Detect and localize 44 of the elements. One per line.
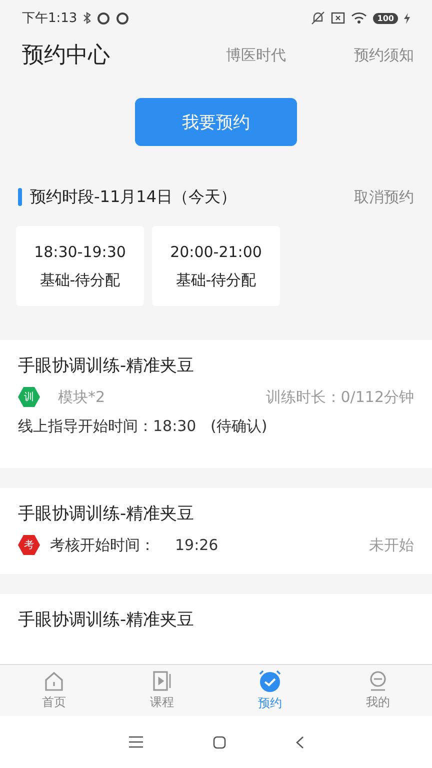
module-count: 模块*2 bbox=[58, 388, 106, 406]
mute-icon bbox=[311, 11, 326, 25]
exam-status: 未开始 bbox=[369, 536, 414, 554]
record-card[interactable]: 手眼协调训练-精准夹豆 bbox=[0, 594, 432, 664]
exam-badge: 考 bbox=[18, 535, 40, 555]
header-link[interactable]: 博医时代 bbox=[226, 46, 286, 64]
header-link[interactable]: 预约须知 bbox=[354, 46, 414, 64]
record-title: 手眼协调训练-精准夹豆 bbox=[18, 355, 196, 377]
home-icon bbox=[43, 670, 65, 692]
training-duration: 训练时长：0/112分钟 bbox=[266, 388, 414, 406]
status-time: 下午1:13 bbox=[22, 10, 78, 27]
video-icon bbox=[151, 670, 173, 692]
training-badge: 训 bbox=[18, 387, 40, 407]
slot-time: 18:30-19:30 bbox=[34, 242, 126, 260]
exam-start-label: 考核开始时间： bbox=[50, 536, 155, 554]
slot-label: 基础-待分配 bbox=[176, 270, 256, 290]
exam-start-time: 19:26 bbox=[175, 536, 220, 554]
section-title: 预约时段-11月14日（今天） bbox=[30, 186, 238, 208]
charging-icon bbox=[404, 12, 410, 24]
back-icon[interactable] bbox=[296, 736, 304, 748]
alarm-clock-icon bbox=[258, 669, 282, 693]
record-card[interactable]: 手眼协调训练-精准夹豆 考 考核开始时间： 19:26 未开始 bbox=[0, 488, 432, 574]
guidance-time: 线上指导开始时间：18:30 (待确认) bbox=[18, 417, 268, 436]
menu-icon[interactable] bbox=[128, 736, 142, 748]
time-slot-card[interactable]: 18:30-19:30 基础-待分配 bbox=[16, 226, 144, 306]
book-button[interactable]: 我要预约 bbox=[135, 98, 297, 146]
nav-tab[interactable]: 预约 bbox=[216, 665, 324, 716]
nav-tab[interactable]: 首页 bbox=[0, 665, 108, 716]
sim-icon bbox=[331, 12, 346, 24]
nav-tab[interactable]: 我的 bbox=[324, 665, 432, 716]
time-slot-card[interactable]: 20:00-21:00 基础-待分配 bbox=[152, 226, 280, 306]
page-title: 预约中心 bbox=[22, 42, 111, 70]
home-button-icon[interactable] bbox=[212, 736, 226, 748]
slot-time: 20:00-21:00 bbox=[170, 242, 262, 260]
wifi-icon bbox=[351, 12, 368, 24]
cancel-link[interactable]: 取消预约 bbox=[354, 188, 414, 206]
record-title: 手眼协调训练-精准夹豆 bbox=[18, 503, 196, 525]
slot-label: 基础-待分配 bbox=[40, 270, 120, 290]
record-title: 手眼协调训练-精准夹豆 bbox=[18, 609, 196, 631]
user-icon bbox=[367, 670, 389, 692]
battery-level: 100 bbox=[373, 12, 398, 24]
nav-tab[interactable]: 课程 bbox=[108, 665, 216, 716]
bluetooth-icon bbox=[83, 12, 92, 24]
record-card[interactable]: 手眼协调训练-精准夹豆 训 模块*2 训练时长：0/112分钟 线上指导开始时间：18:30 (待确认) bbox=[0, 340, 432, 468]
